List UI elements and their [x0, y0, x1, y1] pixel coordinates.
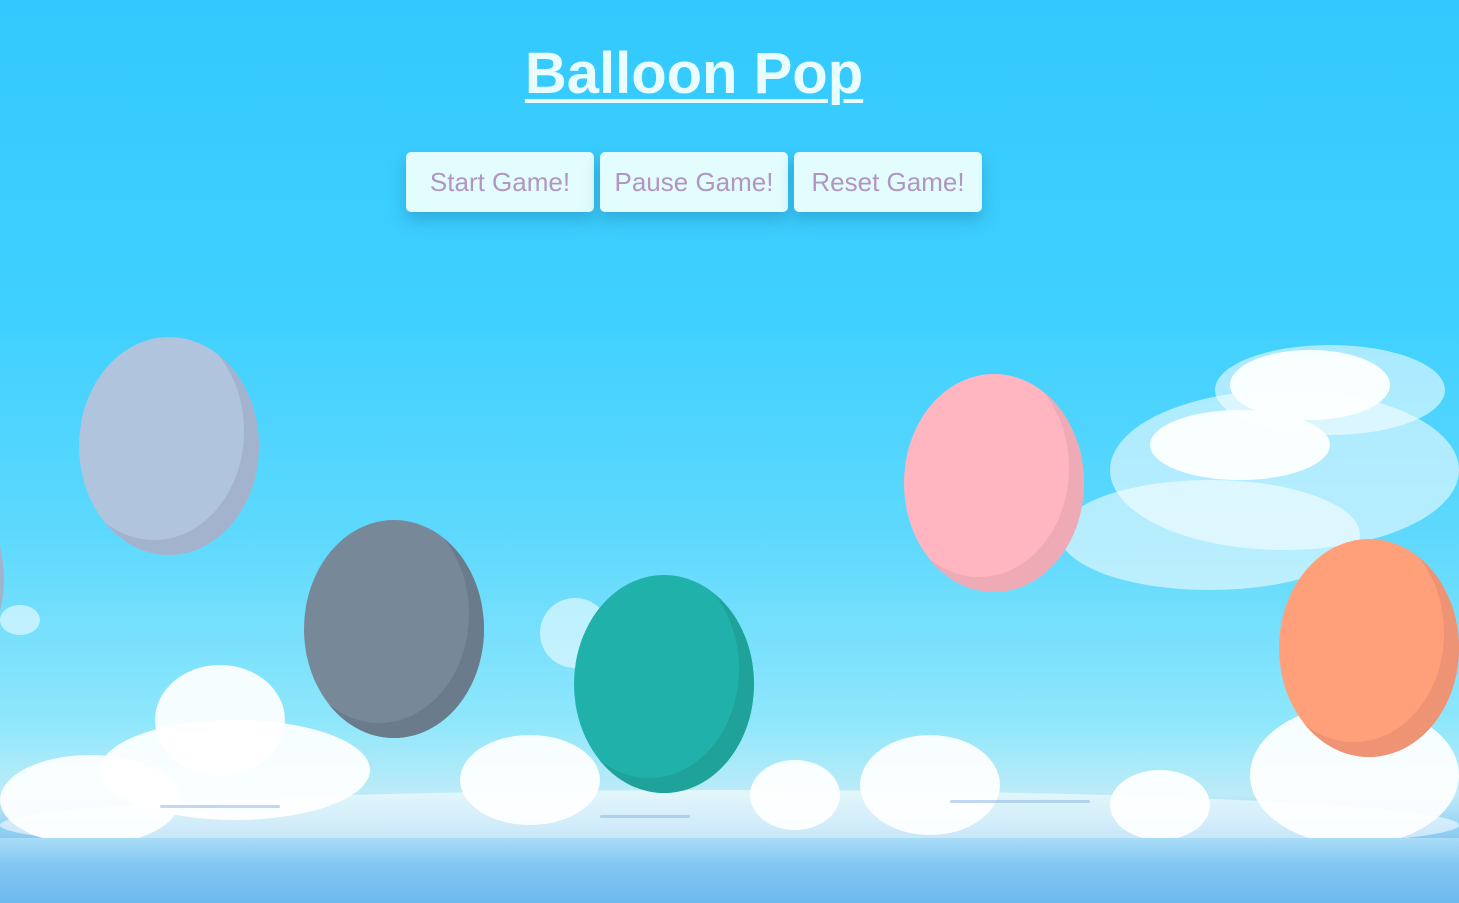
sea [0, 838, 1459, 903]
game-controls: Start Game! Pause Game! Reset Game! [406, 152, 982, 212]
pause-game-button[interactable]: Pause Game! [600, 152, 788, 212]
balloon-lightseagreen[interactable] [574, 575, 754, 793]
balloon-lightpink[interactable] [904, 374, 1084, 592]
reset-game-button[interactable]: Reset Game! [794, 152, 982, 212]
sea-ripple [950, 800, 1090, 803]
balloon-lightsteelblue[interactable] [79, 337, 259, 555]
sea-ripple [600, 815, 690, 818]
cloud [0, 605, 40, 635]
sea-ripple [160, 805, 280, 808]
game-title: Balloon Pop [524, 41, 864, 106]
balloon-lightslategray[interactable] [304, 520, 484, 738]
game-scene: Balloon Pop Start Game! Pause Game! Rese… [0, 0, 1459, 903]
cloud [1150, 410, 1330, 480]
balloon-partial-left[interactable] [0, 470, 4, 688]
start-game-button[interactable]: Start Game! [406, 152, 594, 212]
balloon-lightsalmon[interactable] [1279, 539, 1459, 757]
